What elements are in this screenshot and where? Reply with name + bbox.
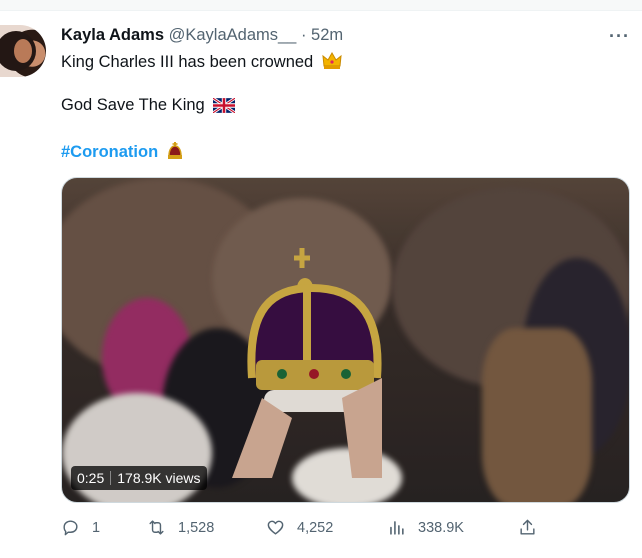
uk-flag-emoji-icon (212, 96, 237, 118)
share-icon (520, 519, 535, 535)
like-button[interactable]: 4,252 (266, 518, 333, 537)
share-button[interactable] (518, 518, 549, 537)
video-views: 178.9K views (117, 470, 201, 486)
analytics-icon (390, 521, 404, 535)
author-handle[interactable]: @KaylaAdams__ (169, 26, 297, 44)
views-button[interactable]: 338.9K (387, 518, 464, 537)
tweet-header: Kayla Adams @KaylaAdams__ · 52m (61, 26, 343, 45)
tweet-text: King Charles III has been crowned (61, 53, 314, 71)
tweet-actions: 1 1,528 4,252 338.9K (0, 518, 642, 540)
badge-separator (110, 471, 112, 485)
video-player[interactable] (61, 177, 630, 503)
separator-dot: · (300, 26, 307, 44)
video-vignette (62, 178, 629, 502)
avatar-face (14, 39, 32, 63)
tweet-text-line-1: King Charles III has been crowned (61, 51, 342, 75)
views-count: 338.9K (418, 519, 464, 536)
top-divider (0, 0, 642, 11)
retweet-button[interactable]: 1,528 (147, 518, 214, 537)
crown-emoji-icon (322, 51, 342, 75)
retweet-icon (149, 520, 164, 535)
crown-emoji-icon (167, 142, 183, 165)
avatar[interactable] (0, 25, 46, 77)
video-badge: 0:25 178.9K views (71, 466, 207, 490)
heart-icon (267, 520, 284, 535)
author-name[interactable]: Kayla Adams (61, 26, 164, 44)
hashtag-link[interactable]: #Coronation (61, 143, 158, 161)
tweet-text-line-2: God Save The King (61, 96, 237, 118)
like-count: 4,252 (297, 519, 334, 536)
video-duration: 0:25 (77, 470, 105, 486)
tweet-text-line-3: #Coronation (61, 142, 183, 165)
reply-count: 1 (92, 519, 101, 536)
tweet-text: God Save The King (61, 96, 205, 114)
retweet-count: 1,528 (178, 519, 215, 536)
more-options-button[interactable]: ··· (609, 26, 630, 47)
timestamp[interactable]: 52m (311, 26, 343, 44)
reply-icon (63, 520, 78, 536)
reply-button[interactable]: 1 (61, 518, 100, 537)
